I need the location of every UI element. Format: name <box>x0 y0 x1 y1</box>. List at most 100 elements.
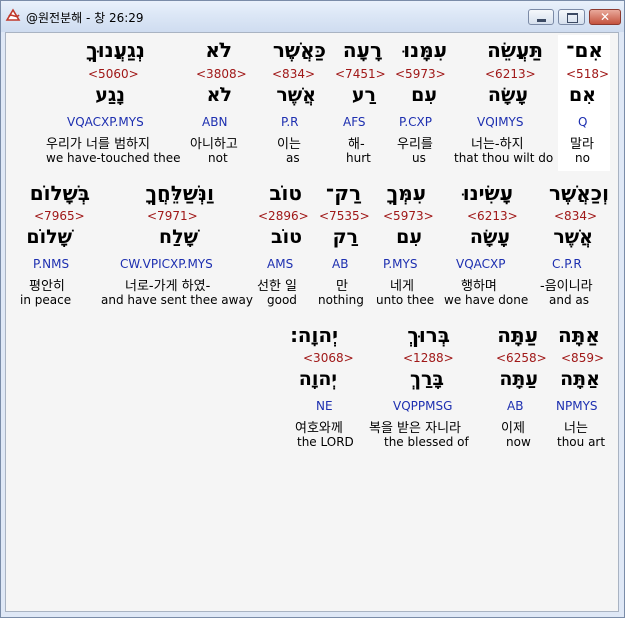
korean-gloss: 너는-하지 <box>471 137 524 152</box>
hebrew-surface: אִם־ <box>566 38 603 62</box>
hebrew-surface: עִמְּךָ <box>386 181 426 205</box>
korean-gloss: 이제 <box>501 421 525 436</box>
parsing-code: P.CXP <box>399 115 433 129</box>
strong-number: <859> <box>561 351 605 365</box>
word-cell[interactable]: כַּאֲשֶׁר <834> אֲשֶׁר P.R 이는 as <box>261 33 330 169</box>
hebrew-surface: כַּאֲשֶׁר <box>272 38 326 62</box>
hebrew-lemma: אִם <box>568 84 596 106</box>
hebrew-lemma: עִם <box>396 226 422 248</box>
parsing-code: VQACXP.MYS <box>67 115 144 129</box>
word-cell[interactable]: עָשִׂינוּ <6213> עָשָׂה VQACXP 행하며 we ha… <box>442 175 530 311</box>
hebrew-surface: בְּרוּךְ <box>407 323 450 347</box>
app-logo-icon <box>5 8 21 21</box>
korean-gloss: 아니하고 <box>190 137 238 152</box>
english-gloss: unto thee <box>376 293 435 307</box>
strong-number: <7965> <box>34 209 85 223</box>
korean-gloss: 복을 받은 자니라 <box>369 421 461 436</box>
hebrew-surface: רָעָה <box>342 38 382 62</box>
hebrew-lemma: נָגַע <box>95 84 125 106</box>
hebrew-surface: רַק־ <box>325 181 361 205</box>
hebrew-lemma: אֲשֶׁר <box>276 84 316 106</box>
word-cell[interactable]: אַתָּה <859> אַתָּה NPMYS 너는 thou art <box>550 317 612 453</box>
interlinear-panel[interactable]: אִם־ <518> אִם Q 말라 no תַּעֲשֵׂה <6213> … <box>5 32 619 612</box>
hebrew-lemma: אֲשֶׁר <box>553 226 593 248</box>
word-cell[interactable]: וַנְּשַׁלֵּחֲךָ <7971> שָׁלַח CW.VPICXP.… <box>96 175 253 311</box>
minimize-button[interactable] <box>528 9 554 25</box>
parsing-code: P.R <box>281 115 299 129</box>
minimize-icon <box>537 19 546 22</box>
parsing-code: VQIMYS <box>477 115 524 129</box>
english-gloss: the LORD <box>297 435 354 449</box>
word-cell[interactable]: רָעָה <7451> רַע AFS 해- hurt <box>332 33 388 169</box>
english-gloss: thou art <box>557 435 606 449</box>
strong-number: <7971> <box>147 209 198 223</box>
hebrew-surface: עִמָּנוּ <box>403 38 447 62</box>
parsing-code: AFS <box>343 115 366 129</box>
strong-number: <1288> <box>403 351 454 365</box>
english-gloss: and as <box>549 293 589 307</box>
word-cell[interactable]: תַּעֲשֵׂה <6213> עָשָׂה VQIMYS 너는-하지 tha… <box>452 33 556 169</box>
hebrew-lemma: רַק <box>332 226 358 248</box>
hebrew-surface: יְהוָה׃ <box>290 323 338 347</box>
korean-gloss: 행하며 <box>461 279 497 294</box>
english-gloss: we have-touched thee <box>46 151 181 165</box>
hebrew-lemma: עָשָׂה <box>487 84 528 106</box>
english-gloss: as <box>286 151 300 165</box>
korean-gloss: 평안히 <box>29 279 65 294</box>
korean-gloss: 여호와께 <box>295 421 343 436</box>
word-cell[interactable]: רַק־ <7535> רַק AB 만 nothing <box>316 175 372 311</box>
english-gloss: we have done <box>444 293 529 307</box>
strong-number: <834> <box>554 209 598 223</box>
hebrew-surface: עָשִׂינוּ <box>462 181 513 205</box>
close-button[interactable]: ✕ <box>589 9 621 25</box>
word-cell[interactable]: לֹא <3808> לֹא ABN 아니하고 not <box>186 33 256 169</box>
strong-number: <3808> <box>196 67 247 81</box>
hebrew-lemma: שָׁלוֹם <box>26 226 72 248</box>
title-bar[interactable]: @원전분해 - 창 26:29 ✕ <box>1 1 624 32</box>
korean-gloss: 너로-가게 하였- <box>125 279 211 294</box>
word-cell[interactable]: עַתָּה <6258> עַתָּה AB 이제 now <box>486 317 548 453</box>
korean-gloss: 우리가 너를 범하지 <box>46 137 150 152</box>
english-gloss: not <box>208 151 228 165</box>
word-cell[interactable]: יְהוָה׃ <3068> יְהוָה NE 여호와께 the LORD <box>290 317 360 453</box>
strong-number: <518> <box>566 67 610 81</box>
word-cell[interactable]: אִם־ <518> אִם Q 말라 no <box>561 33 610 169</box>
word-cell[interactable]: עִמְּךָ <5973> עִם P.MYS 네게 unto thee <box>374 175 440 311</box>
word-cell[interactable]: בְּרוּךְ <1288> בָּרַךְ VQPPMSG 복을 받은 자니… <box>362 317 484 453</box>
word-cell[interactable]: בְּשָׁלוֹם <7965> שָׁלוֹם P.NMS 평안히 in p… <box>12 175 92 311</box>
hebrew-surface: אַתָּה <box>558 323 600 347</box>
english-gloss: in peace <box>20 293 72 307</box>
word-cell[interactable]: עִמָּנוּ <5973> עִם P.CXP 우리를 us <box>390 33 450 169</box>
parsing-code: AB <box>507 399 524 413</box>
strong-number: <5973> <box>383 209 434 223</box>
hebrew-surface: נְגַעֲנוּךָ <box>86 38 145 62</box>
window-title: @원전분해 - 창 26:29 <box>26 11 144 25</box>
hebrew-surface: וַנְּשַׁלֵּחֲךָ <box>145 181 215 205</box>
english-gloss: good <box>267 293 297 307</box>
hebrew-surface: טוֹב <box>269 181 302 205</box>
strong-number: <2896> <box>258 209 309 223</box>
strong-number: <7451> <box>335 67 386 81</box>
parsing-code: NPMYS <box>556 399 598 413</box>
maximize-icon <box>567 13 578 23</box>
english-gloss: now <box>506 435 531 449</box>
korean-gloss: -음이니라 <box>540 279 593 294</box>
maximize-button[interactable] <box>558 9 585 25</box>
close-icon: ✕ <box>599 10 611 24</box>
strong-number: <5060> <box>88 67 139 81</box>
word-cell[interactable]: וְכַאֲשֶׁר <834> אֲשֶׁר C.P.R -음이니라 and … <box>532 175 612 311</box>
korean-gloss: 네게 <box>390 279 414 294</box>
parsing-code: ABN <box>202 115 228 129</box>
korean-gloss: 선한 일 <box>257 279 298 294</box>
korean-gloss: 우리를 <box>397 137 433 152</box>
korean-gloss: 말라 <box>570 137 594 152</box>
word-cell[interactable]: טוֹב <2896> טוֹב AMS 선한 일 good <box>254 175 314 311</box>
parsing-code: VQACXP <box>456 257 506 271</box>
hebrew-lemma: יְהוָה <box>298 368 337 390</box>
english-gloss: the blessed of <box>384 435 469 449</box>
hebrew-surface: עַתָּה <box>497 323 538 347</box>
parsing-code: P.NMS <box>33 257 70 271</box>
korean-gloss: 만 <box>336 279 348 294</box>
word-cell[interactable]: נְגַעֲנוּךָ <5060> נָגַע VQACXP.MYS 우리가 … <box>42 33 184 169</box>
parsing-code: AMS <box>267 257 294 271</box>
